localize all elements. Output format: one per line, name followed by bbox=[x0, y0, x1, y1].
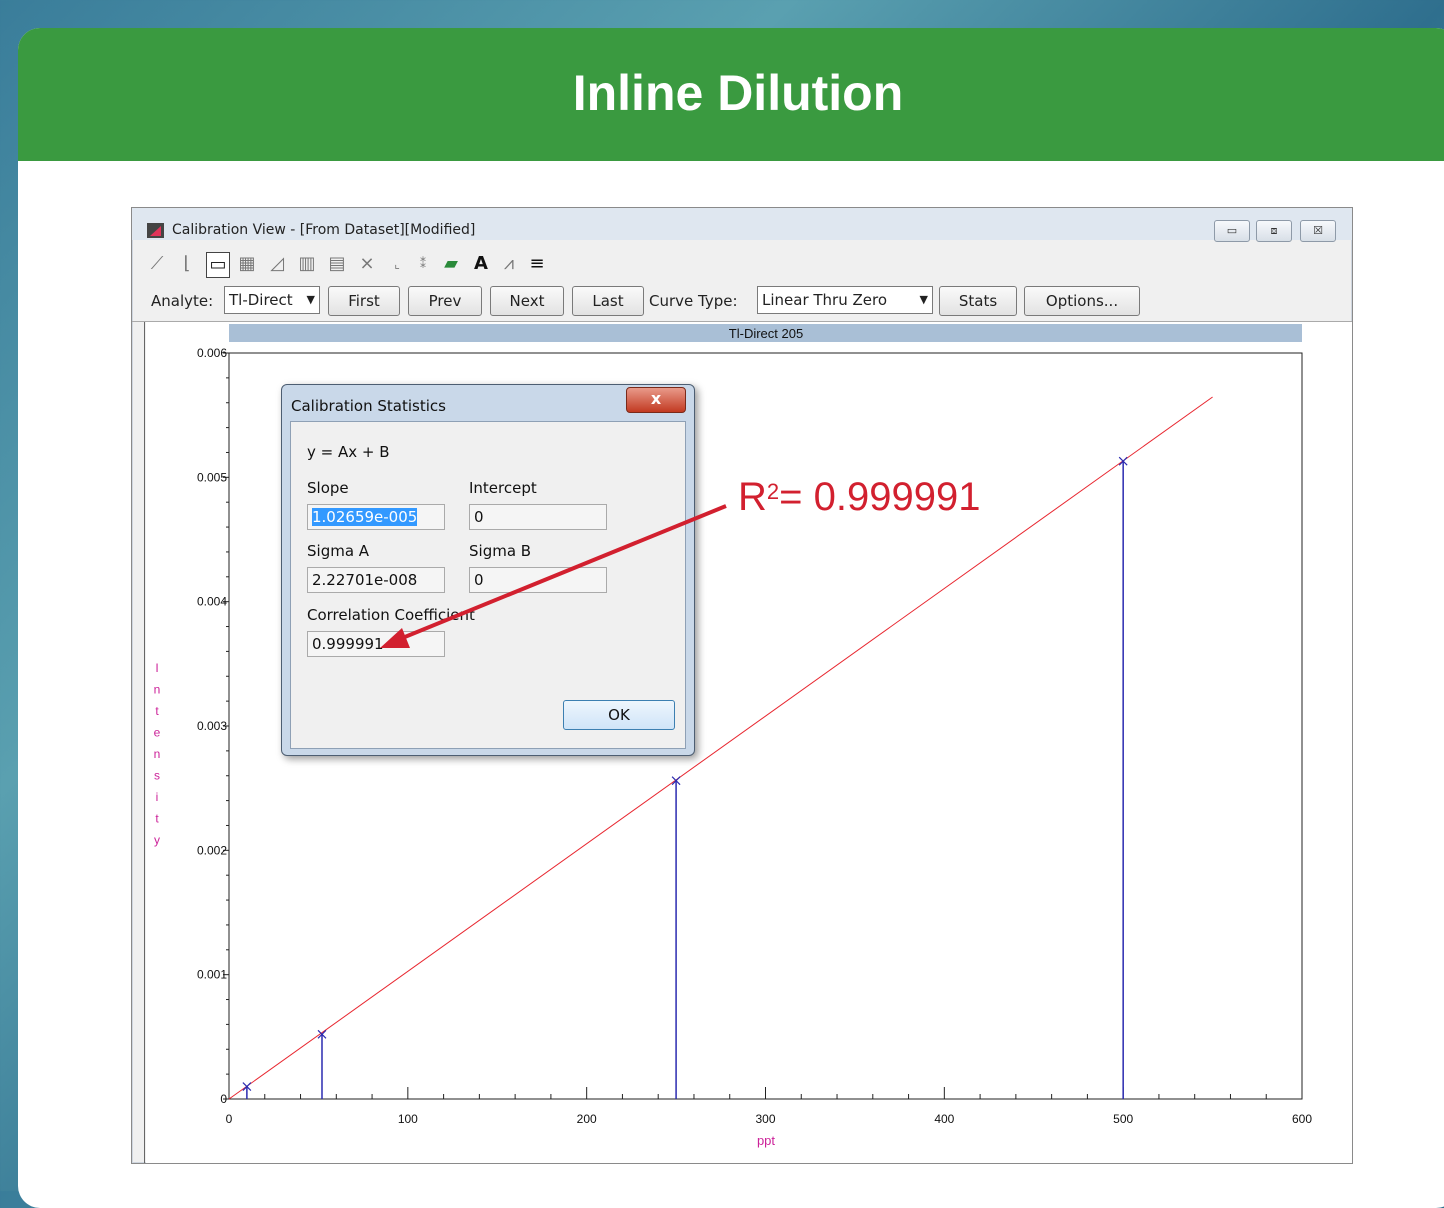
slope-field[interactable]: 1.02659e-005 bbox=[307, 504, 445, 530]
y-axis-label-char: I bbox=[155, 661, 158, 675]
y-tick-label: 0.005 bbox=[197, 470, 227, 484]
sigma-a-field[interactable]: 2.22701e-008 bbox=[307, 567, 445, 593]
x-tick-label: 600 bbox=[1292, 1112, 1312, 1126]
x-tick-label: 300 bbox=[755, 1112, 775, 1126]
correlation-field[interactable]: 0.999991 bbox=[307, 631, 445, 657]
y-axis-label-char: e bbox=[154, 726, 161, 740]
y-tick-label: 0 bbox=[220, 1092, 227, 1106]
calibration-chart: Tl-Direct 205 0 0.001 0.002 0.003 0.004 0.005… bbox=[154, 324, 1312, 1148]
y-tick-label: 0.003 bbox=[197, 719, 227, 733]
x-tick-label: 0 bbox=[226, 1112, 233, 1126]
intercept-label: Intercept bbox=[469, 479, 537, 497]
ok-button[interactable]: OK bbox=[563, 700, 675, 730]
y-tick-label: 0.004 bbox=[197, 595, 227, 609]
x-tick-label: 100 bbox=[398, 1112, 418, 1126]
y-axis-label-char: n bbox=[154, 747, 161, 761]
y-tick-label: 0.006 bbox=[197, 346, 227, 360]
intercept-field[interactable]: 0 bbox=[469, 504, 607, 530]
dialog-title: Calibration Statistics bbox=[291, 397, 446, 415]
x-tick-label: 400 bbox=[934, 1112, 954, 1126]
dialog-body: y = Ax + B Slope 1.02659e-005 Intercept … bbox=[290, 421, 686, 749]
r2-letter: R bbox=[738, 475, 767, 519]
r2-value: = 0.999991 bbox=[779, 475, 981, 519]
x-tick-label: 200 bbox=[577, 1112, 597, 1126]
y-axis-label: Intensity bbox=[154, 661, 161, 847]
equation-label: y = Ax + B bbox=[307, 443, 390, 461]
correlation-label: Correlation Coefficient bbox=[307, 606, 475, 624]
r-squared-annotation: R2= 0.999991 bbox=[738, 475, 980, 520]
y-axis-label-char: y bbox=[154, 833, 160, 847]
y-tick-label: 0.001 bbox=[197, 968, 227, 982]
y-axis-label-char: t bbox=[155, 812, 159, 826]
sigma-a-label: Sigma A bbox=[307, 542, 370, 560]
y-axis-label-char: s bbox=[154, 769, 160, 783]
y-axis-ticks: 0 0.001 0.002 0.003 0.004 0.005 0.006 bbox=[197, 346, 229, 1106]
calibration-statistics-dialog: Calibration Statistics x y = Ax + B Slop… bbox=[281, 384, 695, 756]
chart-title: Tl-Direct 205 bbox=[729, 326, 803, 341]
y-axis-label-char: n bbox=[154, 683, 161, 697]
x-axis-label: ppt bbox=[757, 1133, 775, 1148]
dialog-close-button[interactable]: x bbox=[626, 387, 686, 413]
sigma-b-field[interactable]: 0 bbox=[469, 567, 607, 593]
y-axis-label-char: i bbox=[156, 790, 159, 804]
x-axis-ticks: 0 100 200 300 400 500 600 bbox=[226, 1087, 1312, 1126]
r2-superscript: 2 bbox=[766, 479, 780, 504]
slope-label: Slope bbox=[307, 479, 349, 497]
sigma-b-label: Sigma B bbox=[469, 542, 532, 560]
x-tick-label: 500 bbox=[1113, 1112, 1133, 1126]
y-tick-label: 0.002 bbox=[197, 843, 227, 857]
y-axis-label-char: t bbox=[155, 704, 159, 718]
slope-value: 1.02659e-005 bbox=[312, 508, 418, 526]
